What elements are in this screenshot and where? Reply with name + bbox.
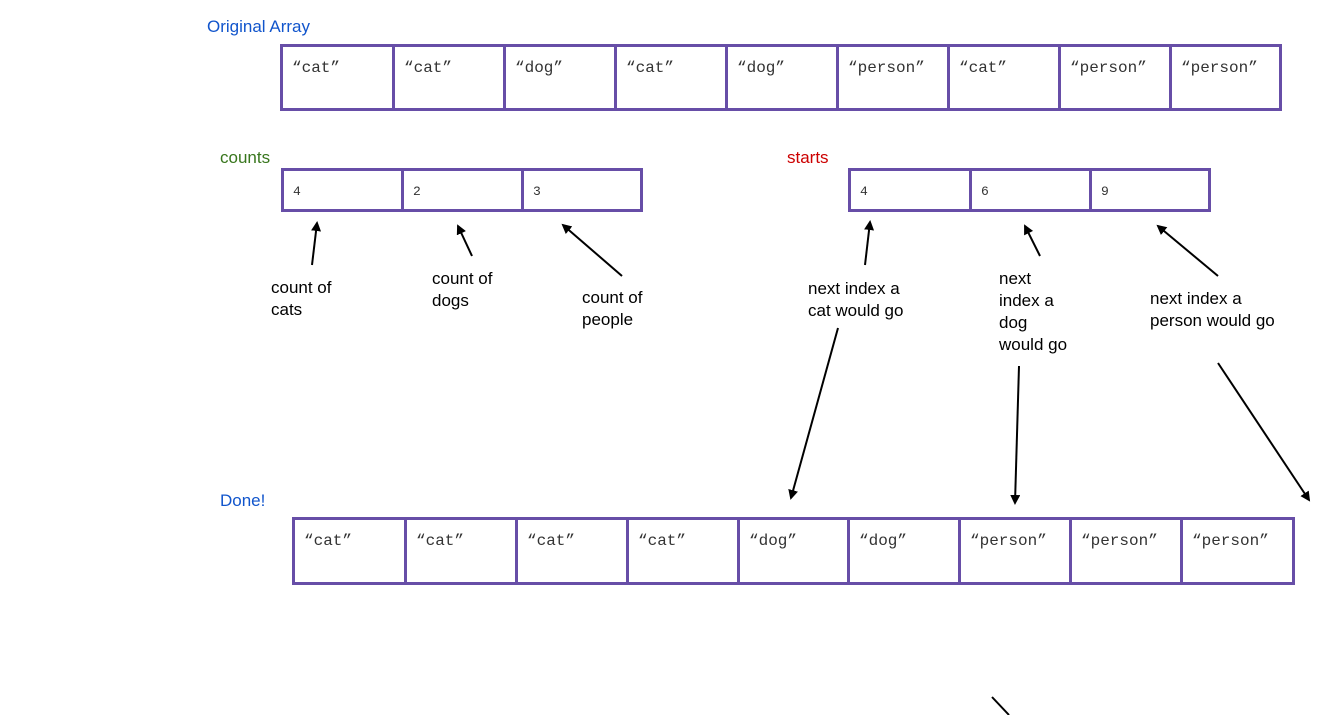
arrow-to-done-person	[1217, 362, 1311, 502]
arrow-to-done-cat	[788, 327, 839, 500]
arrow-count-people	[561, 223, 623, 277]
arrow-start-cat	[864, 220, 875, 266]
arrow-start-dog	[1024, 224, 1041, 257]
arrow-count-dogs	[456, 224, 473, 257]
arrow-count-cats	[311, 221, 322, 266]
stray-line	[991, 696, 1010, 715]
arrow-start-person	[1156, 224, 1219, 277]
arrow-to-done-dog	[1010, 365, 1021, 505]
arrows-layer	[311, 220, 1311, 715]
